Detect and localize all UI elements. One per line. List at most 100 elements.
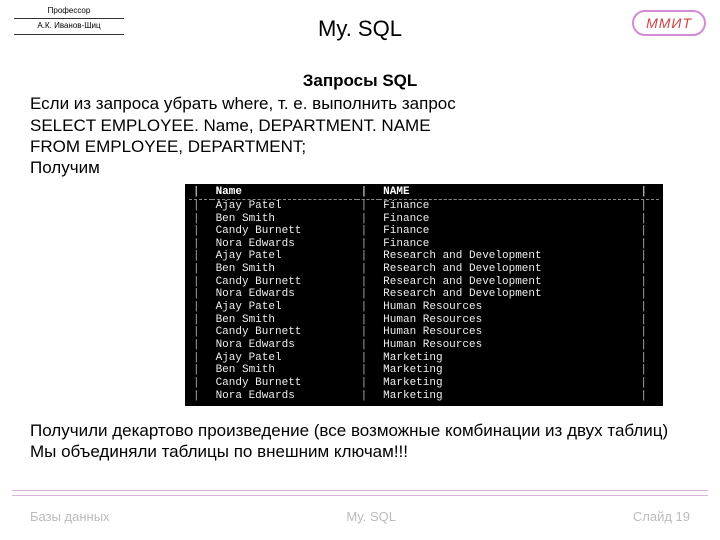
paragraph-2: SELECT EMPLOYEE. Name, DEPARTMENT. NAME — [30, 115, 690, 136]
footer-center: My. SQL — [346, 509, 396, 524]
cell-name: Nora Edwards — [212, 238, 357, 251]
table-row: |Ajay Patel|Human Resources| — [189, 301, 659, 314]
col-sep: | — [357, 377, 380, 390]
footer-right: Слайд 19 — [633, 509, 690, 524]
col-sep: | — [636, 326, 659, 339]
col-sep: | — [189, 314, 212, 327]
page-title: My. SQL — [0, 16, 720, 42]
table-row: |Candy Burnett|Research and Development| — [189, 276, 659, 289]
col-sep: | — [357, 213, 380, 226]
table-row: |Nora Edwards|Marketing| — [189, 390, 659, 403]
col-sep: | — [636, 339, 659, 352]
sql-output-terminal: | Name | NAME | |Ajay Patel|Finance||Ben… — [185, 184, 663, 406]
cell-dept: Human Resources — [379, 326, 636, 339]
col-sep: | — [636, 352, 659, 365]
table-row: |Ben Smith|Finance| — [189, 213, 659, 226]
col-sep: | — [357, 276, 380, 289]
col-sep: | — [189, 238, 212, 251]
table-row: |Candy Burnett|Human Resources| — [189, 326, 659, 339]
col-sep: | — [636, 225, 659, 238]
col-sep: | — [636, 263, 659, 276]
subtitle: Запросы SQL — [30, 70, 690, 91]
cell-name: Candy Burnett — [212, 276, 357, 289]
col-header-dept: NAME — [379, 186, 636, 199]
cell-dept: Research and Development — [379, 288, 636, 301]
col-sep: | — [636, 238, 659, 251]
cell-dept: Research and Development — [379, 276, 636, 289]
col-sep: | — [357, 301, 380, 314]
col-sep: | — [189, 199, 212, 212]
col-sep: | — [189, 339, 212, 352]
paragraph-3: FROM EMPLOYEE, DEPARTMENT; — [30, 136, 690, 157]
col-sep: | — [189, 326, 212, 339]
cell-name: Nora Edwards — [212, 339, 357, 352]
col-sep: | — [189, 352, 212, 365]
col-sep: | — [189, 225, 212, 238]
cell-dept: Human Resources — [379, 339, 636, 352]
col-sep: | — [636, 377, 659, 390]
cell-dept: Research and Development — [379, 250, 636, 263]
conclusion: Получили декартово произведение (все воз… — [30, 420, 690, 463]
table-row: |Ajay Patel|Finance| — [189, 199, 659, 212]
col-sep: | — [357, 250, 380, 263]
col-sep: | — [189, 288, 212, 301]
col-sep: | — [636, 288, 659, 301]
col-sep: | — [357, 364, 380, 377]
cell-dept: Marketing — [379, 377, 636, 390]
cell-dept: Research and Development — [379, 263, 636, 276]
col-sep: | — [357, 314, 380, 327]
footer-divider — [12, 490, 708, 496]
col-sep: | — [357, 390, 380, 403]
col-sep: | — [189, 263, 212, 276]
cell-dept: Finance — [379, 238, 636, 251]
cell-name: Ajay Patel — [212, 250, 357, 263]
cell-dept: Human Resources — [379, 301, 636, 314]
mmit-badge: ММИТ — [632, 10, 706, 36]
conclusion-2: Мы объединяли таблицы по внешним ключам!… — [30, 441, 690, 462]
paragraph-4: Получим — [30, 157, 690, 178]
col-sep: | — [357, 238, 380, 251]
col-sep: | — [636, 390, 659, 403]
col-sep: | — [357, 225, 380, 238]
cell-dept: Finance — [379, 225, 636, 238]
footer-left: Базы данных — [30, 509, 110, 524]
table-row: |Nora Edwards|Finance| — [189, 238, 659, 251]
col-sep: | — [189, 377, 212, 390]
col-sep: | — [357, 326, 380, 339]
cell-name: Ajay Patel — [212, 352, 357, 365]
col-sep: | — [636, 301, 659, 314]
footer: Базы данных My. SQL Слайд 19 — [30, 509, 690, 524]
cell-name: Nora Edwards — [212, 390, 357, 403]
cell-name: Nora Edwards — [212, 288, 357, 301]
cell-dept: Finance — [379, 199, 636, 212]
cell-dept: Human Resources — [379, 314, 636, 327]
col-sep: | — [636, 213, 659, 226]
cell-name: Ben Smith — [212, 213, 357, 226]
col-sep: | — [189, 276, 212, 289]
conclusion-1: Получили декартово произведение (все воз… — [30, 420, 690, 441]
col-sep: | — [636, 186, 659, 199]
cell-name: Ben Smith — [212, 314, 357, 327]
col-sep: | — [189, 364, 212, 377]
table-row: |Ajay Patel|Marketing| — [189, 352, 659, 365]
result-table: | Name | NAME | |Ajay Patel|Finance||Ben… — [189, 186, 659, 402]
col-sep: | — [636, 314, 659, 327]
col-sep: | — [357, 263, 380, 276]
col-sep: | — [189, 186, 212, 199]
col-sep: | — [357, 288, 380, 301]
col-sep: | — [636, 276, 659, 289]
col-sep: | — [357, 352, 380, 365]
cell-dept: Marketing — [379, 364, 636, 377]
table-row: |Ajay Patel|Research and Development| — [189, 250, 659, 263]
col-sep: | — [189, 301, 212, 314]
table-row: |Nora Edwards|Research and Development| — [189, 288, 659, 301]
table-row: |Nora Edwards|Human Resources| — [189, 339, 659, 352]
col-sep: | — [357, 186, 380, 199]
col-sep: | — [189, 390, 212, 403]
col-header-name: Name — [212, 186, 357, 199]
cell-dept: Finance — [379, 213, 636, 226]
cell-name: Ajay Patel — [212, 301, 357, 314]
table-row: |Candy Burnett|Marketing| — [189, 377, 659, 390]
paragraph-1: Если из запроса убрать where, т. е. выпо… — [30, 93, 690, 114]
cell-name: Ben Smith — [212, 263, 357, 276]
